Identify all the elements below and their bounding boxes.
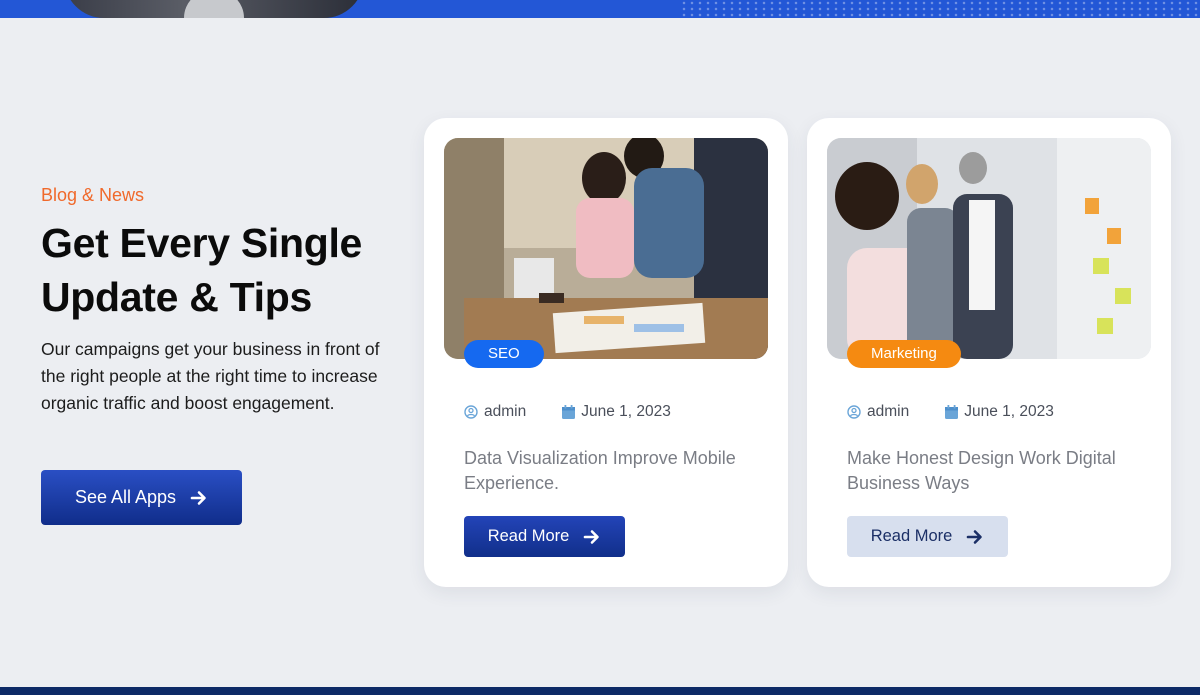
post-date: June 1, 2023: [562, 403, 671, 421]
arrow-right-icon: [967, 529, 983, 544]
section-eyebrow: Blog & News: [41, 185, 145, 205]
post-author[interactable]: admin: [464, 403, 526, 421]
read-more-button[interactable]: Read More: [847, 516, 1008, 557]
arrow-right-icon: [190, 490, 206, 505]
post-author[interactable]: admin: [847, 403, 909, 421]
section-heading: Get Every Single Update & Tips: [41, 216, 401, 324]
user-circle-icon: [464, 405, 478, 419]
footer-strip: [0, 687, 1200, 695]
read-more-label: Read More: [870, 527, 953, 545]
blog-card-image[interactable]: [444, 138, 768, 359]
post-date: June 1, 2023: [945, 403, 1054, 421]
heading-line-1: Get Every Single: [41, 220, 363, 266]
category-tag[interactable]: SEO: [464, 340, 544, 368]
post-title[interactable]: Data Visualization Improve Mobile Experi…: [464, 446, 764, 496]
post-meta: admin June 1, 2023: [847, 403, 1054, 421]
blog-card-image[interactable]: [827, 138, 1151, 359]
blog-card-1: SEO admin June 1, 2023 Data Visualizatio…: [424, 118, 788, 587]
post-author-label: admin: [867, 403, 910, 420]
banner-person-image: [64, 0, 364, 18]
section-description: Our campaigns get your business in front…: [41, 339, 380, 413]
blog-intro: Blog & News Get Every Single Update & Ti…: [41, 184, 401, 525]
post-title[interactable]: Make Honest Design Work Digital Business…: [847, 446, 1147, 496]
top-banner-strip: [0, 0, 1200, 18]
user-circle-icon: [847, 405, 861, 419]
blog-card-2: Marketing admin June 1, 2023 Make Honest…: [807, 118, 1171, 587]
see-all-apps-label: See All Apps: [74, 487, 177, 507]
post-date-label: June 1, 2023: [964, 403, 1054, 420]
read-more-button[interactable]: Read More: [464, 516, 625, 557]
banner-pattern: [680, 0, 1200, 18]
calendar-icon: [562, 405, 576, 419]
heading-line-2: Update & Tips: [41, 274, 312, 320]
arrow-right-icon: [584, 529, 600, 544]
post-author-label: admin: [484, 403, 527, 420]
category-tag[interactable]: Marketing: [847, 340, 961, 368]
see-all-apps-button[interactable]: See All Apps: [41, 470, 242, 525]
post-date-label: June 1, 2023: [581, 403, 671, 420]
post-meta: admin June 1, 2023: [464, 403, 671, 421]
calendar-icon: [945, 405, 959, 419]
read-more-label: Read More: [487, 527, 570, 545]
